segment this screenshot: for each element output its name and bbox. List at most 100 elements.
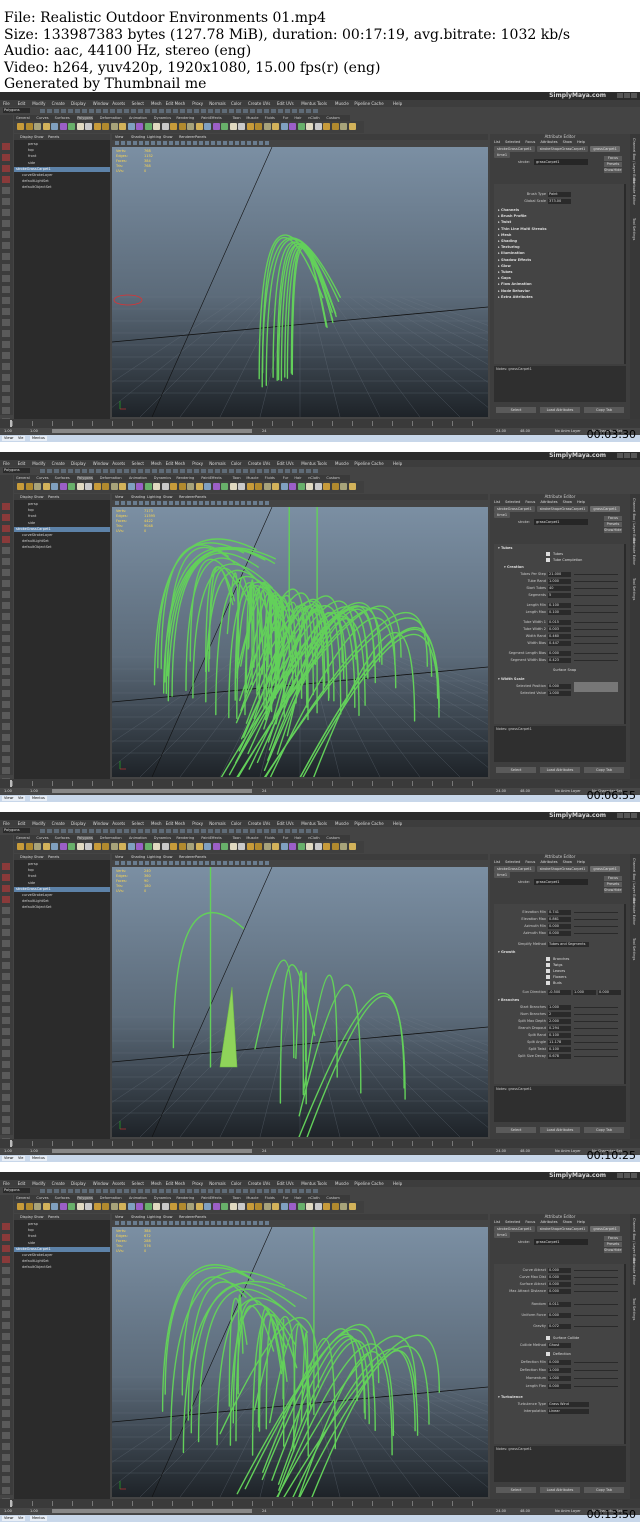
ae-tab[interactable]: strokeShapeGrassCarpet1: [536, 1226, 589, 1232]
ae-side-button[interactable]: Show: [604, 888, 613, 893]
shelf-icon[interactable]: [127, 1203, 135, 1210]
shelf-icon[interactable]: [161, 843, 169, 850]
tool-icon[interactable]: [2, 1355, 10, 1362]
tool-icon[interactable]: [2, 580, 10, 587]
shelf-icon[interactable]: [76, 843, 84, 850]
taskbar-item[interactable]: Vie: [16, 1516, 26, 1521]
status-icon[interactable]: [271, 1189, 276, 1193]
status-icon[interactable]: [166, 1189, 171, 1193]
attr-field[interactable]: 0.015: [548, 620, 571, 625]
attr-slider[interactable]: [574, 926, 618, 927]
attr-field[interactable]: 0.000: [548, 1268, 571, 1273]
status-icon[interactable]: [131, 469, 136, 473]
status-icon[interactable]: [306, 109, 311, 113]
turbulence-type-dropdown[interactable]: Grass Wind: [548, 1402, 589, 1407]
status-icon[interactable]: [264, 1189, 269, 1193]
status-icon[interactable]: [222, 469, 227, 473]
tool-icon[interactable]: [2, 154, 10, 161]
status-icon[interactable]: [159, 1189, 164, 1193]
status-icon[interactable]: [194, 109, 199, 113]
status-icon[interactable]: [166, 109, 171, 113]
tool-icon[interactable]: [2, 275, 10, 282]
shelf-icon[interactable]: [204, 843, 211, 850]
ae-section[interactable]: ▸ Flow Animation: [498, 282, 532, 286]
range-anim-layer[interactable]: No Anim Layer: [555, 1509, 581, 1513]
shelf-tab[interactable]: Muscle: [246, 116, 258, 120]
shelf-icon[interactable]: [102, 483, 109, 490]
attr-slider[interactable]: [574, 912, 618, 913]
outliner-item[interactable]: top: [16, 148, 34, 153]
tool-icon[interactable]: [2, 1094, 10, 1101]
attr-slider[interactable]: [574, 612, 618, 613]
status-icon[interactable]: [103, 109, 108, 113]
outliner-item[interactable]: defaultObjectSet: [16, 185, 51, 190]
status-icon[interactable]: [138, 1189, 143, 1193]
status-icon[interactable]: [187, 829, 192, 833]
attr-field[interactable]: 0.100: [548, 1033, 571, 1038]
status-icon[interactable]: [47, 109, 52, 113]
menu-item[interactable]: Edit: [18, 1181, 26, 1186]
viewport-menu-item[interactable]: Show: [163, 135, 172, 139]
viewport-tool-icon[interactable]: [181, 141, 185, 145]
attr-slider[interactable]: [574, 1277, 618, 1278]
status-icon[interactable]: [117, 829, 122, 833]
menu-item[interactable]: Mesh: [151, 101, 162, 106]
side-tab[interactable]: Attribute Editor: [632, 538, 636, 565]
taskbar-item[interactable]: Viewr: [2, 1516, 16, 1521]
ae-menu-item[interactable]: List: [494, 500, 500, 504]
status-icon[interactable]: [257, 1189, 262, 1193]
side-tab[interactable]: Tool Settings: [632, 938, 636, 960]
taskbar-item[interactable]: Vie: [16, 1156, 26, 1161]
shelf-icon[interactable]: [110, 123, 118, 130]
ae-menu-item[interactable]: List: [494, 860, 500, 864]
shelf-icon[interactable]: [314, 1203, 322, 1210]
menu-item[interactable]: Mesh: [151, 821, 162, 826]
shelf-icon[interactable]: [51, 1203, 58, 1210]
range-start2[interactable]: 1.00: [30, 789, 38, 793]
shelf-icon[interactable]: [212, 483, 220, 490]
ae-bottom-button[interactable]: Load Attributes: [540, 1127, 580, 1133]
shelf-icon[interactable]: [51, 483, 58, 490]
tool-icon[interactable]: [2, 907, 10, 914]
viewport-tool-icon[interactable]: [241, 141, 245, 145]
status-icon[interactable]: [89, 109, 94, 113]
ae-tab[interactable]: grassCarpet1: [590, 1226, 620, 1232]
menu-item[interactable]: Window: [93, 821, 109, 826]
shelf-icon[interactable]: [51, 123, 58, 130]
viewport-tool-icon[interactable]: [241, 501, 245, 505]
viewport-tool-icon[interactable]: [229, 861, 233, 865]
menu-item[interactable]: Create UVs: [248, 1181, 270, 1186]
tool-icon[interactable]: [2, 308, 10, 315]
shelf-icon[interactable]: [136, 843, 143, 850]
shelf-icon[interactable]: [297, 1203, 305, 1210]
viewport-tool-icon[interactable]: [115, 501, 119, 505]
tool-icon[interactable]: [2, 569, 10, 576]
taskbar-item[interactable]: Mentus: [30, 1156, 47, 1161]
status-icon[interactable]: [222, 1189, 227, 1193]
tool-icon[interactable]: [2, 209, 10, 216]
menu-item[interactable]: Help: [393, 821, 402, 826]
tool-icon[interactable]: [2, 940, 10, 947]
time-cursor[interactable]: [10, 1140, 12, 1147]
viewport-tool-icon[interactable]: [205, 141, 209, 145]
status-icon[interactable]: [194, 469, 199, 473]
attr-slider[interactable]: [574, 1035, 618, 1036]
shelf-icon[interactable]: [153, 483, 160, 490]
ae-menu-item[interactable]: Attributes: [540, 1220, 557, 1224]
attr-field[interactable]: 5: [548, 593, 571, 598]
viewport-tool-icon[interactable]: [121, 861, 125, 865]
status-icon[interactable]: [40, 469, 45, 473]
menu-item[interactable]: Display: [71, 821, 86, 826]
outliner-item[interactable]: top: [16, 1228, 34, 1233]
shelf-icon[interactable]: [306, 1203, 313, 1210]
shelf-icon[interactable]: [204, 483, 211, 490]
shelf-tab[interactable]: Polygons: [77, 116, 93, 120]
range-end[interactable]: 24: [262, 429, 266, 433]
status-icon[interactable]: [215, 469, 220, 473]
attr-slider[interactable]: [574, 1386, 618, 1387]
shelf-tab[interactable]: General: [16, 116, 30, 120]
shelf-icon[interactable]: [110, 483, 118, 490]
shelf-icon[interactable]: [136, 483, 143, 490]
attr-slider[interactable]: [574, 1056, 618, 1057]
status-icon[interactable]: [124, 469, 129, 473]
